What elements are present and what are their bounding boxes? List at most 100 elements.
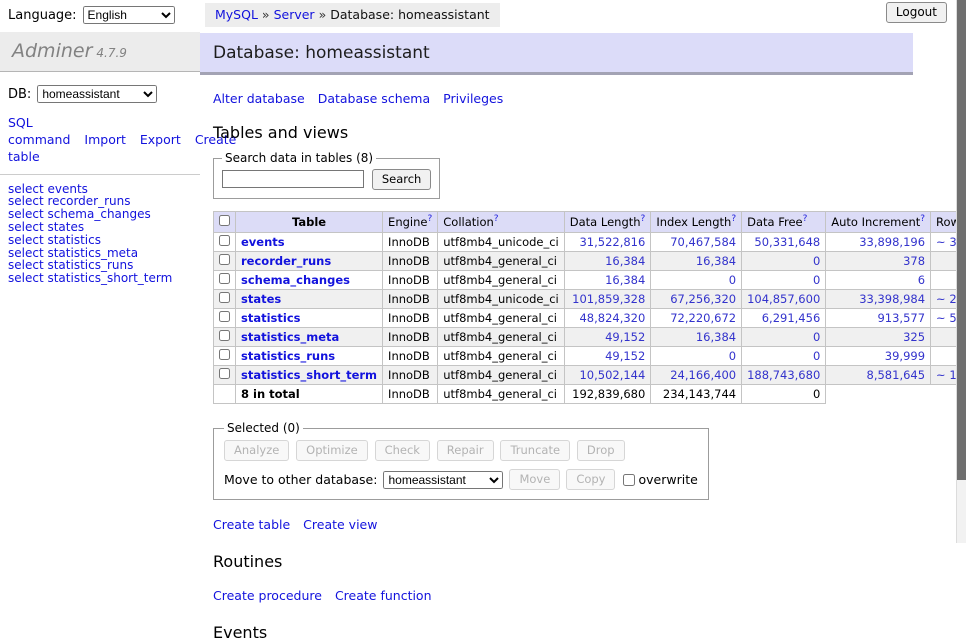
search-legend: Search data in tables (8)	[222, 151, 376, 165]
cell-index-length: 16,384	[651, 328, 742, 347]
selected-fieldset: Selected (0) Analyze Optimize Check Repa…	[213, 421, 709, 500]
table-link[interactable]: states	[241, 292, 281, 306]
create-table-link[interactable]: Create table	[213, 517, 290, 532]
search-button[interactable]: Search	[372, 169, 432, 190]
move-to-database-label: Move to other database:	[224, 472, 377, 487]
cell-auto-increment: 6	[826, 271, 931, 290]
cell-collation: utf8mb4_general_ci	[438, 347, 565, 366]
selected-legend: Selected (0)	[224, 421, 303, 435]
table-total-row: 8 in total InnoDB utf8mb4_general_ci 192…	[214, 385, 966, 404]
events-title: Events	[213, 623, 966, 642]
breadcrumb-mysql-link[interactable]: MySQL	[215, 7, 258, 22]
language-select[interactable]: English	[83, 6, 175, 24]
row-checkbox[interactable]	[219, 311, 230, 322]
engine-hint-link[interactable]: ?	[427, 214, 432, 224]
cell-data-length: 101,859,328	[564, 290, 651, 309]
breadcrumb-separator: »	[262, 7, 270, 22]
copy-button[interactable]: Copy	[566, 469, 615, 490]
select-all-cell	[214, 212, 236, 233]
select-all-checkbox[interactable]	[219, 215, 230, 226]
overwrite-checkbox[interactable]	[623, 474, 635, 486]
logout-button[interactable]: Logout	[886, 2, 947, 23]
drop-button[interactable]: Drop	[577, 440, 625, 461]
optimize-button[interactable]: Optimize	[296, 440, 368, 461]
move-button[interactable]: Move	[509, 469, 560, 490]
table-link[interactable]: recorder_runs	[241, 254, 331, 268]
check-button[interactable]: Check	[375, 440, 430, 461]
col-header-table: Table	[236, 212, 383, 233]
cell-auto-increment: 39,999	[826, 347, 931, 366]
cell-engine: InnoDB	[383, 252, 438, 271]
breadcrumb-current: Database: homeassistant	[330, 7, 489, 22]
cell-index-length: 72,220,672	[651, 309, 742, 328]
scrollbar-thumb[interactable]	[957, 0, 966, 480]
privileges-link[interactable]: Privileges	[443, 91, 503, 106]
sidebar-link-sql-command[interactable]: SQL command	[8, 115, 70, 147]
move-database-select[interactable]: homeassistant	[383, 471, 503, 489]
cell-collation: utf8mb4_general_ci	[438, 328, 565, 347]
collation-hint-link[interactable]: ?	[494, 214, 499, 224]
cell-data-free: 6,291,456	[742, 309, 826, 328]
table-link[interactable]: statistics_short_term	[241, 368, 377, 382]
cell-table-name: statistics	[236, 309, 383, 328]
total-empty-cell	[214, 385, 236, 404]
truncate-button[interactable]: Truncate	[500, 440, 570, 461]
cell-data-length: 16,384	[564, 252, 651, 271]
col-header-collation: Collation?	[438, 212, 565, 233]
auto-increment-hint-link[interactable]: ?	[920, 214, 925, 224]
database-schema-link[interactable]: Database schema	[318, 91, 430, 106]
create-function-link[interactable]: Create function	[335, 588, 432, 603]
sidebar-link-import[interactable]: Import	[84, 132, 126, 147]
total-label: 8 in total	[236, 385, 383, 404]
vertical-scrollbar[interactable]	[956, 0, 966, 543]
row-checkbox[interactable]	[219, 273, 230, 284]
breadcrumb: MySQL»Server»Database: homeassistant	[205, 3, 500, 27]
row-checkbox[interactable]	[219, 368, 230, 379]
data-length-hint-link[interactable]: ?	[641, 214, 646, 224]
row-checkbox[interactable]	[219, 235, 230, 246]
cell-index-length: 0	[651, 347, 742, 366]
sidebar-link-export[interactable]: Export	[140, 132, 181, 147]
breadcrumb-server-link[interactable]: Server	[274, 7, 315, 22]
row-checkbox[interactable]	[219, 292, 230, 303]
cell-index-length: 16,384	[651, 252, 742, 271]
breadcrumb-separator: »	[319, 7, 327, 22]
cell-data-length: 16,384	[564, 271, 651, 290]
overwrite-label: overwrite	[638, 472, 697, 487]
cell-auto-increment: 33,898,196	[826, 233, 931, 252]
alter-database-link[interactable]: Alter database	[213, 91, 305, 106]
index-length-hint-link[interactable]: ?	[731, 214, 736, 224]
sidebar-item-select-states[interactable]: select states	[0, 221, 200, 234]
sidebar-item-select-statistics[interactable]: select statistics	[0, 234, 200, 247]
total-data-free: 0	[742, 385, 826, 404]
table-link[interactable]: events	[241, 235, 285, 249]
cell-table-name: statistics_meta	[236, 328, 383, 347]
cell-collation: utf8mb4_unicode_ci	[438, 233, 565, 252]
table-row: recorder_runs InnoDB utf8mb4_general_ci …	[214, 252, 966, 271]
db-select[interactable]: homeassistant	[37, 85, 157, 103]
table-link[interactable]: statistics_runs	[241, 349, 335, 363]
cell-engine: InnoDB	[383, 347, 438, 366]
total-engine: InnoDB	[383, 385, 438, 404]
row-checkbox[interactable]	[219, 349, 230, 360]
cell-engine: InnoDB	[383, 271, 438, 290]
col-header-data-free: Data Free?	[742, 212, 826, 233]
repair-button[interactable]: Repair	[437, 440, 494, 461]
row-checkbox[interactable]	[219, 330, 230, 341]
sidebar-item-select-statistics-short-term[interactable]: select statistics_short_term	[0, 272, 200, 285]
table-link[interactable]: schema_changes	[241, 273, 350, 287]
cell-engine: InnoDB	[383, 290, 438, 309]
sidebar-table-list: select events select recorder_runs selec…	[0, 174, 200, 285]
create-view-link[interactable]: Create view	[303, 517, 377, 532]
table-link[interactable]: statistics	[241, 311, 301, 325]
search-input[interactable]	[222, 170, 364, 188]
table-row: statistics_short_term InnoDB utf8mb4_gen…	[214, 366, 966, 385]
create-procedure-link[interactable]: Create procedure	[213, 588, 322, 603]
row-checkbox[interactable]	[219, 254, 230, 265]
cell-data-free: 0	[742, 271, 826, 290]
analyze-button[interactable]: Analyze	[224, 440, 289, 461]
data-free-hint-link[interactable]: ?	[803, 214, 808, 224]
table-row: events InnoDB utf8mb4_unicode_ci 31,522,…	[214, 233, 966, 252]
app-name: Adminer	[12, 40, 92, 62]
table-link[interactable]: statistics_meta	[241, 330, 339, 344]
